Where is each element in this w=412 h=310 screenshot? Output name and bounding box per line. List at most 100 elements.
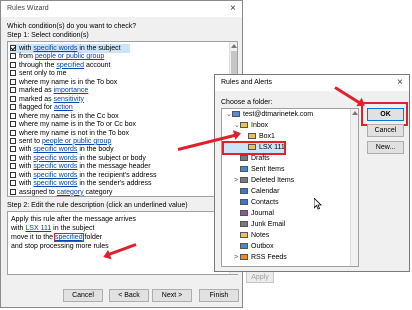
- condition-link[interactable]: specific words: [33, 172, 77, 179]
- calendar-icon: [240, 188, 248, 194]
- folder-label: Inbox: [251, 122, 269, 129]
- desc-line-3-post: folder: [82, 234, 103, 241]
- condition-checkbox[interactable]: [10, 112, 16, 119]
- condition-text-post: in the body: [77, 146, 114, 154]
- tree-scroll-up-icon[interactable]: [352, 111, 358, 115]
- folder-tree-item[interactable]: ⌄ test@dtmarinetek.com: [224, 110, 313, 120]
- condition-text: with: [19, 154, 34, 162]
- desc-line-3: move it to the specified folder: [11, 233, 102, 242]
- folder-label: Box1: [259, 133, 275, 140]
- close-icon[interactable]: ×: [230, 3, 236, 14]
- condition-link[interactable]: people or public group: [42, 138, 111, 145]
- dialog-cancel-button[interactable]: Cancel: [367, 124, 404, 137]
- condition-link[interactable]: people or public group: [35, 53, 104, 60]
- condition-checkbox[interactable]: [10, 70, 16, 77]
- condition-checkbox[interactable]: [10, 163, 16, 170]
- junk-icon: [240, 221, 248, 227]
- condition-link[interactable]: specific words: [33, 155, 77, 162]
- new-folder-button[interactable]: New...: [367, 141, 404, 154]
- condition-text: where my name is not in the To box: [19, 129, 129, 137]
- folder-tree-item[interactable]: Outbox: [224, 242, 274, 252]
- folder-icon: [240, 122, 248, 128]
- wizard-back-button[interactable]: < Back: [109, 289, 149, 302]
- condition-text: sent only to me: [19, 70, 67, 78]
- desc-line-4: and stop processing more rules: [11, 243, 109, 250]
- condition-checkbox[interactable]: [10, 137, 16, 144]
- folder-label: Junk Email: [251, 221, 286, 228]
- rule-description-box: Apply this rule after the message arrive…: [7, 211, 238, 275]
- condition-text-post: in the subject or body: [77, 154, 146, 162]
- condition-text: with: [19, 163, 34, 171]
- folder-tree-item[interactable]: ⌄ Inbox: [224, 121, 268, 131]
- scroll-up-icon[interactable]: [231, 44, 237, 48]
- rss-icon: [240, 254, 248, 260]
- dialog-close-icon[interactable]: ×: [397, 77, 403, 88]
- condition-checkbox[interactable]: [10, 87, 16, 94]
- folder-label: Sent Items: [251, 166, 285, 173]
- condition-text-post: in the subject: [77, 45, 121, 52]
- condition-checkbox[interactable]: [10, 129, 16, 136]
- condition-link[interactable]: specific words: [33, 146, 77, 153]
- condition-text-post: in the recipient's address: [77, 171, 157, 179]
- condition-checkbox[interactable]: [10, 121, 16, 128]
- condition-checkbox[interactable]: [10, 180, 16, 187]
- folder-tree-scrollbar[interactable]: [350, 109, 358, 266]
- desc-line-1: Apply this rule after the message arrive…: [11, 216, 136, 223]
- condition-checkbox[interactable]: [10, 171, 16, 178]
- folder-label: Journal: [251, 210, 274, 217]
- folder-tree-item[interactable]: LSX 111: [222, 141, 286, 155]
- condition-checkbox[interactable]: [10, 146, 16, 153]
- condition-link[interactable]: importance: [54, 87, 89, 94]
- condition-checkbox[interactable]: [10, 104, 16, 111]
- folder-tree-item[interactable]: > Deleted Items: [224, 176, 294, 186]
- folder-label: test@dtmarinetek.com: [243, 111, 314, 118]
- drafts-icon: [240, 155, 248, 161]
- wizard-finish-button[interactable]: Finish: [199, 289, 239, 302]
- folder-tree-item[interactable]: Sent Items: [224, 165, 284, 175]
- folder-label: Outbox: [251, 243, 274, 250]
- condition-text: with: [19, 180, 34, 188]
- condition-link[interactable]: specific words: [33, 180, 77, 187]
- condition-question: Which condition(s) do you want to check?: [7, 23, 137, 30]
- condition-text-post: category: [83, 188, 113, 196]
- condition-checkbox[interactable]: [10, 188, 16, 195]
- folder-tree-item[interactable]: Journal: [224, 209, 274, 219]
- condition-checkbox[interactable]: [10, 61, 16, 68]
- folder-label: LSX 111: [259, 144, 285, 151]
- contacts-icon: [240, 199, 248, 205]
- specified-folder-link[interactable]: specified: [53, 233, 84, 242]
- folder-tree-item[interactable]: > RSS Feeds: [224, 253, 287, 263]
- wizard-next-button[interactable]: Next >: [152, 289, 192, 302]
- condition-text: where my name is in the Cc box: [19, 112, 119, 120]
- condition-link[interactable]: action: [54, 104, 73, 111]
- rules-alerts-dialog: Rules and Alerts × Choose a folder: ⌄ tes…: [214, 74, 410, 272]
- folder-tree-item[interactable]: Calendar: [224, 187, 279, 197]
- condition-link[interactable]: specific words: [33, 45, 77, 52]
- condition-text: with: [19, 45, 34, 52]
- mailbox-icon: [232, 111, 240, 117]
- condition-link[interactable]: specific words: [33, 163, 77, 170]
- condition-text: from: [19, 53, 35, 61]
- condition-row[interactable]: assigned to category category: [10, 188, 113, 196]
- condition-link[interactable]: category: [57, 189, 84, 196]
- subject-words-link[interactable]: LSX 111: [25, 225, 51, 232]
- folder-tree-item[interactable]: Junk Email: [224, 220, 285, 230]
- folder-tree-item[interactable]: Drafts: [224, 154, 270, 164]
- conditions-list[interactable]: with specific words in the subject from p…: [7, 41, 238, 197]
- step1-label: Step 1: Select condition(s): [7, 32, 89, 39]
- condition-checkbox[interactable]: [10, 78, 16, 85]
- folder-tree[interactable]: ⌄ test@dtmarinetek.com ⌄ Inbox Box1 LSX 111 Dr…: [221, 108, 359, 267]
- condition-checkbox[interactable]: [10, 53, 16, 60]
- dialog-title: Rules and Alerts: [221, 79, 272, 86]
- condition-checkbox[interactable]: [10, 95, 16, 102]
- wizard-cancel-button[interactable]: Cancel: [63, 289, 103, 302]
- folder-label: RSS Feeds: [251, 254, 287, 261]
- condition-checkbox[interactable]: [10, 154, 16, 161]
- condition-checkbox[interactable]: [10, 45, 16, 51]
- folder-tree-item[interactable]: Contacts: [224, 198, 279, 208]
- folder-tree-item[interactable]: Notes: [224, 231, 269, 241]
- condition-link[interactable]: sensitivity: [54, 96, 84, 103]
- condition-text: marked as: [19, 95, 54, 103]
- desc-line-3-pre: move it to the: [11, 234, 55, 241]
- condition-link[interactable]: specified: [56, 62, 84, 69]
